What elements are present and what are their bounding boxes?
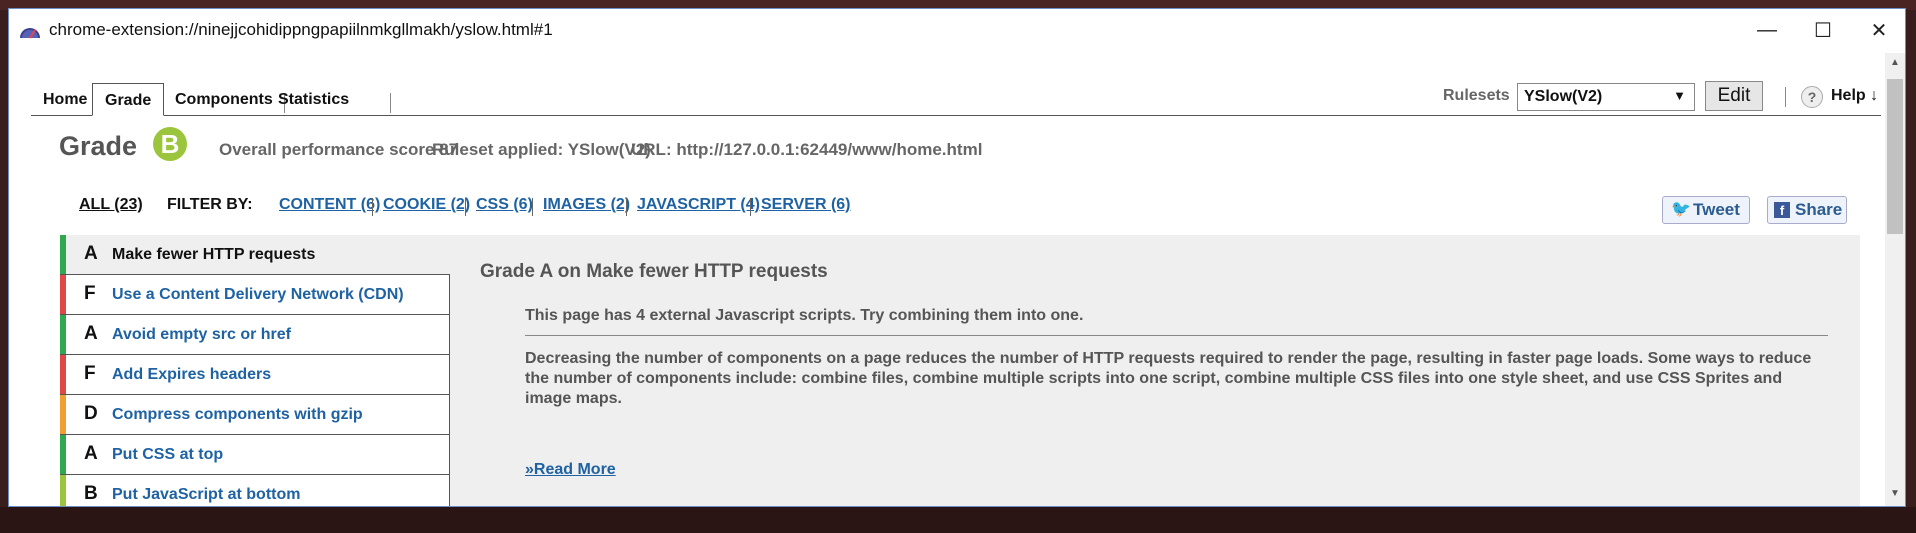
rule-grade: B <box>84 483 98 504</box>
rule-grade: F <box>84 283 96 304</box>
yslow-panel: Home Grade Components Statistics Ruleset… <box>21 53 1883 506</box>
scroll-thumb[interactable] <box>1887 79 1903 234</box>
grade-color-bar <box>60 235 66 274</box>
ruleset-select[interactable]: YSlow(V2) ▼ <box>1517 83 1695 111</box>
rule-grade: D <box>84 403 98 424</box>
rule-name: Compress components with gzip <box>112 406 363 423</box>
rule-item[interactable]: A Put CSS at top <box>60 435 450 475</box>
grade-color-bar <box>60 435 66 474</box>
filter-images[interactable]: IMAGES (2) <box>543 196 630 214</box>
grade-color-bar <box>60 275 66 314</box>
edit-ruleset-button[interactable]: Edit <box>1705 81 1763 111</box>
filter-divider <box>465 198 466 216</box>
tweet-label: Tweet <box>1693 200 1740 219</box>
page-url: URL: http://127.0.0.1:62449/www/home.htm… <box>631 140 983 159</box>
filter-divider <box>372 198 373 216</box>
scroll-up-icon[interactable]: ▲ <box>1885 57 1905 73</box>
filter-divider <box>532 198 533 216</box>
tab-grade[interactable]: Grade <box>92 83 165 116</box>
close-button[interactable]: ✕ <box>1856 15 1902 45</box>
ruleset-applied: Ruleset applied: YSlow(V2) <box>432 140 651 159</box>
title-bar[interactable]: chrome-extension://ninejjcohidippngpapii… <box>9 9 1905 53</box>
rule-grade: A <box>84 443 98 464</box>
yslow-logo-icon <box>19 20 41 40</box>
rule-item[interactable]: F Add Expires headers <box>60 355 450 395</box>
grade-color-bar <box>60 355 66 394</box>
rulesets-label: Rulesets <box>1443 87 1510 104</box>
grade-color-bar <box>60 315 66 354</box>
detail-summary: This page has 4 external Javascript scri… <box>525 307 1084 324</box>
help-menu[interactable]: Help ↓ <box>1831 87 1878 105</box>
grade-color-bar <box>60 475 66 506</box>
filter-javascript[interactable]: JAVASCRIPT (4) <box>637 196 760 214</box>
rule-name: Use a Content Delivery Network (CDN) <box>112 286 404 303</box>
detail-description: Decreasing the number of components on a… <box>525 350 1812 407</box>
vertical-scrollbar[interactable]: ▲ ▼ <box>1885 53 1905 506</box>
facebook-icon: f <box>1774 202 1790 218</box>
rule-grade: F <box>84 363 96 384</box>
rule-list: A Make fewer HTTP requests F Use a Conte… <box>60 235 450 506</box>
filter-divider <box>750 198 751 216</box>
share-button[interactable]: f Share <box>1767 196 1847 224</box>
rule-item[interactable]: D Compress components with gzip <box>60 395 450 435</box>
detail-title: Grade A on Make fewer HTTP requests <box>480 261 828 282</box>
filter-css[interactable]: CSS (6) <box>476 196 533 214</box>
filter-cookie[interactable]: COOKIE (2) <box>383 196 470 214</box>
rule-name: Make fewer HTTP requests <box>112 246 316 263</box>
minimize-button[interactable]: — <box>1744 15 1790 45</box>
window-title: chrome-extension://ninejjcohidippngpapii… <box>49 20 553 39</box>
desktop-background-bottom <box>0 507 1916 533</box>
twitter-icon: 🐦 <box>1671 201 1691 218</box>
rule-grade: A <box>84 323 98 344</box>
grade-color-bar <box>60 395 66 434</box>
rule-name: Put JavaScript at bottom <box>112 486 301 503</box>
rule-item[interactable]: A Make fewer HTTP requests <box>60 235 450 275</box>
tab-bar: Home Grade Components Statistics Ruleset… <box>31 81 1881 116</box>
filter-content[interactable]: CONTENT (6) <box>279 196 380 214</box>
rule-name: Avoid empty src or href <box>112 326 292 343</box>
filter-by-label: FILTER BY: <box>167 196 253 213</box>
rule-item[interactable]: B Put JavaScript at bottom <box>60 475 450 506</box>
rule-grade: A <box>84 243 98 264</box>
share-label: Share <box>1795 200 1843 219</box>
ruleset-value: YSlow(V2) <box>1524 88 1603 105</box>
filter-all[interactable]: ALL (23) <box>79 196 143 214</box>
tweet-button[interactable]: 🐦 Tweet <box>1662 196 1750 224</box>
grade-heading: Grade <box>59 131 138 161</box>
rule-item[interactable]: F Use a Content Delivery Network (CDN) <box>60 275 450 315</box>
tab-home[interactable]: Home <box>31 83 99 114</box>
dropdown-arrow-icon: ▼ <box>1673 88 1686 103</box>
filter-server[interactable]: SERVER (6) <box>761 196 851 214</box>
divider <box>525 335 1828 336</box>
results-panel: A Make fewer HTTP requests F Use a Conte… <box>60 235 1860 506</box>
tab-statistics[interactable]: Statistics <box>266 83 361 114</box>
rule-name: Add Expires headers <box>112 366 272 383</box>
rule-item[interactable]: A Avoid empty src or href <box>60 315 450 355</box>
help-icon[interactable]: ? <box>1801 86 1823 108</box>
grade-badge: B <box>153 127 187 161</box>
overall-score: Overall performance score 87 <box>219 140 459 159</box>
tab-divider <box>390 93 391 113</box>
scroll-down-icon[interactable]: ▼ <box>1885 488 1905 504</box>
maximize-button[interactable]: ☐ <box>1800 15 1846 45</box>
read-more-link[interactable]: »Read More <box>525 461 616 479</box>
rule-name: Put CSS at top <box>112 446 224 463</box>
toolbar-divider <box>1785 87 1786 107</box>
app-window: chrome-extension://ninejjcohidippngpapii… <box>8 8 1906 507</box>
filter-divider <box>626 198 627 216</box>
